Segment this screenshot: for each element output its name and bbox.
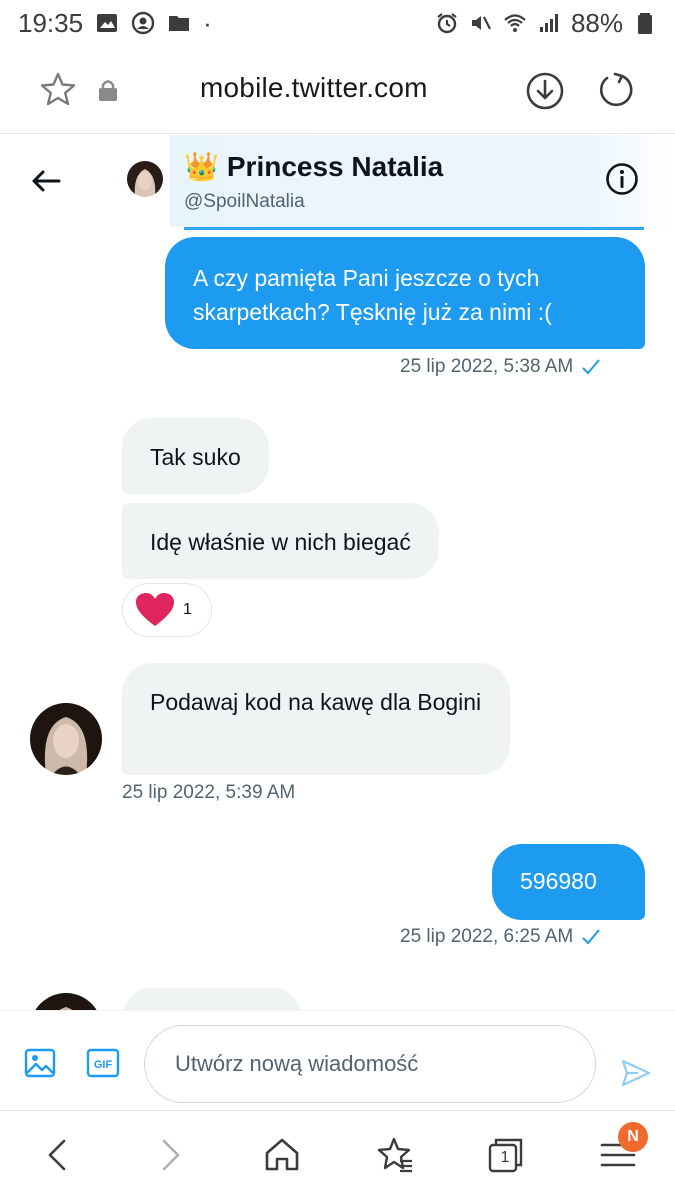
- contact-name-text: Princess Natalia: [226, 151, 444, 182]
- message-text: Idę właśnie w nich biegać: [150, 529, 411, 555]
- timestamp-text: 25 lip 2022, 6:25 AM: [400, 926, 574, 947]
- timestamp-text: 25 lip 2022, 5:39 AM: [122, 782, 296, 803]
- signal-icon: [537, 11, 561, 35]
- battery-icon: [633, 11, 657, 35]
- crown-emoji: 👑: [184, 151, 219, 182]
- message-bubble-outgoing[interactable]: 596980: [492, 844, 645, 920]
- mute-icon: [469, 11, 493, 35]
- message-bubble-incoming[interactable]: Idę właśnie w nich biegać: [122, 503, 439, 579]
- sent-check-icon: [582, 929, 601, 945]
- message-text: Tak suko: [150, 444, 241, 470]
- battery-percent: 88%: [570, 7, 623, 38]
- message-text: Podawaj kod na kawę dla Bogini: [150, 689, 482, 715]
- nav-tabs-button[interactable]: 1: [486, 1135, 526, 1175]
- message-text: 596980: [520, 868, 597, 894]
- image-notification-icon: [95, 11, 119, 35]
- folder-notification-icon: [167, 11, 191, 35]
- browser-nav-bar: 1: [0, 1110, 675, 1200]
- bookmark-star-icon[interactable]: [38, 70, 78, 110]
- info-icon[interactable]: [604, 161, 640, 197]
- back-arrow-icon[interactable]: [28, 163, 64, 199]
- nav-back-icon[interactable]: [38, 1135, 78, 1175]
- contact-handle: @SpoilNatalia: [184, 191, 305, 212]
- browser-address-bar: mobile.twitter.com: [0, 46, 675, 134]
- status-dot: ·: [203, 7, 212, 38]
- notification-badge: N: [618, 1122, 648, 1152]
- alarm-icon: [435, 11, 459, 35]
- avatar[interactable]: [30, 703, 102, 775]
- nav-home-icon[interactable]: [262, 1135, 302, 1175]
- message-input[interactable]: Utwórz nową wiadomość: [144, 1025, 596, 1103]
- tabs-count: 1: [500, 1149, 510, 1166]
- message-bubble-incoming[interactable]: Podawaj kod na kawę dla Bogini: [122, 663, 510, 775]
- avatar[interactable]: [127, 161, 163, 197]
- message-input-placeholder: Utwórz nową wiadomość: [175, 1051, 419, 1076]
- contact-name: 👑 Princess Natalia: [184, 151, 443, 183]
- conversation-header: 👑 Princess Natalia @SpoilNatalia: [0, 135, 675, 230]
- reaction-pill[interactable]: 1: [122, 583, 212, 637]
- reaction-count: 1: [183, 601, 192, 618]
- nav-bookmarks-icon[interactable]: [374, 1135, 414, 1175]
- compose-bar: GIF Utwórz nową wiadomość: [0, 1010, 675, 1110]
- url-text[interactable]: mobile.twitter.com: [200, 72, 428, 104]
- download-icon[interactable]: [524, 70, 566, 112]
- wifi-icon: [503, 11, 527, 35]
- account-notification-icon: [131, 11, 155, 35]
- message-timestamp: 25 lip 2022, 5:39 AM: [122, 782, 295, 804]
- heart-reaction-icon: [136, 593, 174, 626]
- image-attach-icon[interactable]: [24, 1047, 56, 1079]
- status-bar: 19:35 · 88%: [0, 0, 675, 46]
- message-timestamp: 25 lip 2022, 6:25 AM: [400, 926, 601, 948]
- lock-icon: [99, 80, 117, 101]
- nav-forward-icon[interactable]: [150, 1135, 190, 1175]
- message-text: A czy pamięta Pani jeszcze o tych skarpe…: [193, 265, 552, 325]
- svg-text:GIF: GIF: [94, 1059, 113, 1071]
- message-bubble-outgoing[interactable]: A czy pamięta Pani jeszcze o tych skarpe…: [165, 237, 645, 349]
- message-bubble-incoming[interactable]: Tak suko: [122, 418, 269, 494]
- header-divider: [184, 227, 644, 230]
- send-icon[interactable]: [620, 1057, 652, 1089]
- gif-icon[interactable]: GIF: [86, 1047, 120, 1079]
- status-time: 19:35: [18, 7, 84, 38]
- timestamp-text: 25 lip 2022, 5:38 AM: [400, 356, 574, 377]
- message-timestamp: 25 lip 2022, 5:38 AM: [400, 356, 601, 378]
- reload-icon[interactable]: [596, 70, 636, 110]
- sent-check-icon: [582, 359, 601, 375]
